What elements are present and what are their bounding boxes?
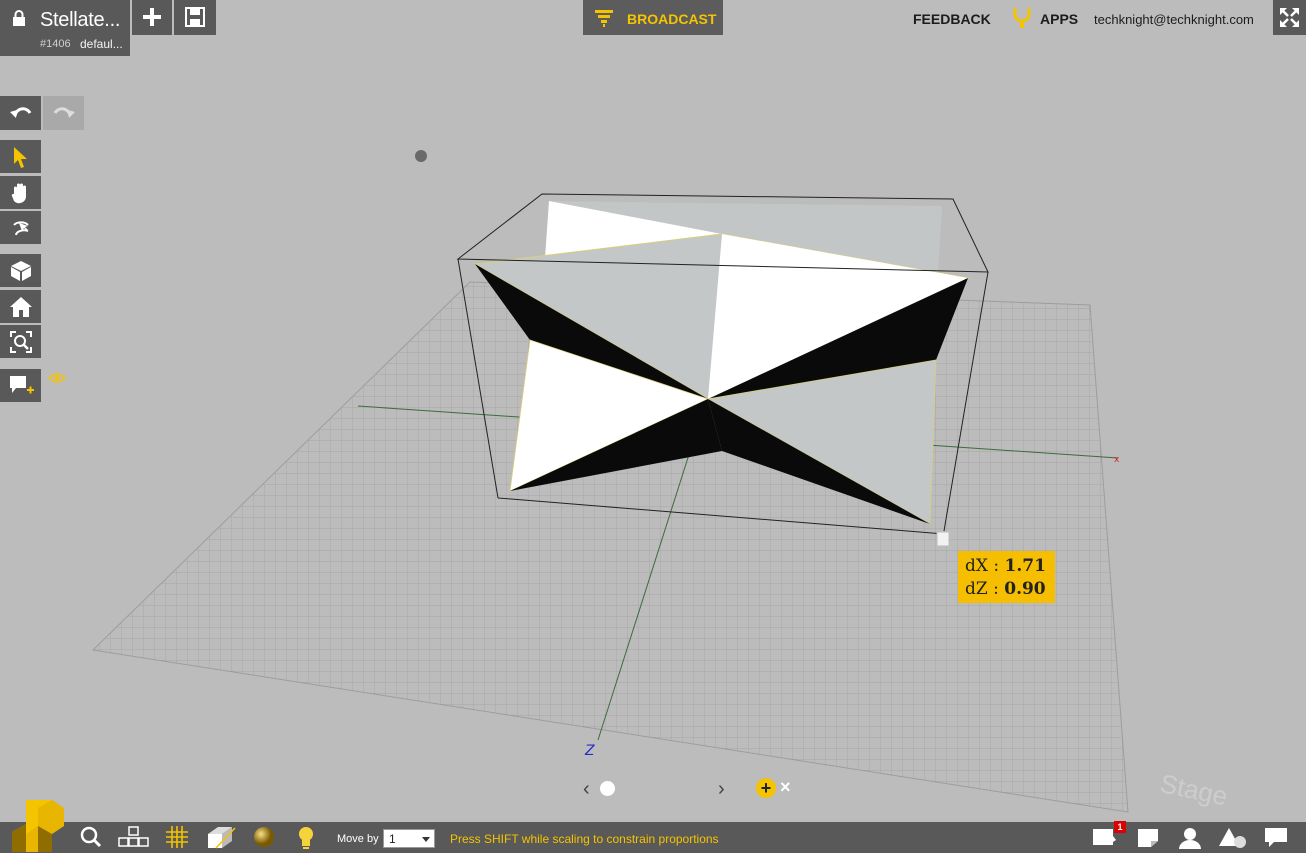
dz-value: 0.90 bbox=[1004, 579, 1046, 599]
undo-button[interactable] bbox=[0, 96, 41, 130]
box-icon[interactable] bbox=[206, 826, 236, 853]
pointer-icon bbox=[13, 146, 27, 168]
chat-icon[interactable] bbox=[1264, 827, 1288, 853]
note-add-icon bbox=[9, 375, 34, 393]
redo-icon bbox=[53, 107, 75, 118]
zoom-fit-icon bbox=[9, 330, 32, 353]
hand-icon bbox=[11, 183, 26, 203]
material-icon[interactable] bbox=[253, 826, 275, 853]
bottom-toolbar: Move by 1 Press SHIFT while scaling to c… bbox=[0, 800, 1306, 853]
zoom-fit-button[interactable] bbox=[0, 325, 41, 358]
scene-next-button[interactable]: › bbox=[718, 778, 725, 801]
home-view-button[interactable] bbox=[0, 290, 41, 323]
move-by-value: 1 bbox=[389, 832, 396, 846]
blocks-icon[interactable] bbox=[118, 826, 150, 853]
document-title[interactable]: Stellate... bbox=[40, 9, 120, 32]
close-scene-button[interactable]: × bbox=[780, 777, 791, 798]
move-by-select[interactable]: 1 bbox=[383, 829, 435, 848]
select-tool-button[interactable] bbox=[0, 140, 41, 173]
dx-label: dX : bbox=[965, 556, 1000, 576]
fullscreen-icon bbox=[1280, 8, 1299, 27]
3d-viewport[interactable]: x Z Stage bbox=[0, 0, 1306, 822]
axis-label-z: Z bbox=[584, 743, 595, 759]
search-icon[interactable] bbox=[80, 826, 102, 853]
stage-watermark: Stage bbox=[1158, 768, 1231, 811]
x-axis-marker: x bbox=[1114, 455, 1120, 465]
dz-label: dZ : bbox=[965, 579, 999, 599]
undo-icon bbox=[9, 107, 31, 118]
sticky-note-icon[interactable] bbox=[1137, 828, 1159, 853]
save-icon bbox=[185, 7, 205, 27]
add-scene-button[interactable]: + bbox=[756, 778, 776, 798]
add-note-button[interactable] bbox=[0, 369, 41, 402]
user-email[interactable]: techknight@techknight.com bbox=[1094, 12, 1254, 27]
orbit-icon bbox=[12, 220, 29, 235]
save-button[interactable] bbox=[174, 0, 216, 35]
document-branch[interactable]: defaul... bbox=[80, 37, 123, 51]
dimension-readout: dX : 1.71 dZ : 0.90 bbox=[958, 551, 1055, 603]
light-handle[interactable] bbox=[415, 150, 427, 162]
broadcast-label: BROADCAST bbox=[627, 11, 717, 27]
broadcast-button[interactable]: BROADCAST bbox=[583, 0, 723, 35]
apps-link[interactable]: APPS bbox=[1040, 11, 1078, 27]
document-info[interactable]: Stellate... #1406 defaul... bbox=[0, 0, 130, 56]
user-icon[interactable] bbox=[1178, 827, 1202, 853]
chevron-down-icon bbox=[422, 837, 430, 842]
orbit-tool-button[interactable] bbox=[0, 211, 41, 244]
logo-icon[interactable] bbox=[8, 796, 64, 853]
plus-icon bbox=[143, 8, 161, 26]
move-by-label: Move by bbox=[337, 833, 379, 845]
light-icon[interactable] bbox=[297, 826, 315, 853]
comment-icon[interactable] bbox=[1092, 828, 1116, 853]
scale-handle[interactable] bbox=[936, 531, 950, 547]
new-document-button[interactable] bbox=[132, 0, 172, 35]
dx-value: 1.71 bbox=[1004, 556, 1046, 576]
scene-indicator-dot[interactable] bbox=[600, 781, 615, 796]
home-icon bbox=[9, 296, 32, 317]
pan-tool-button[interactable] bbox=[0, 176, 41, 209]
plug-icon[interactable] bbox=[1011, 6, 1033, 33]
shapes-icon[interactable] bbox=[1219, 827, 1247, 853]
feedback-link[interactable]: FEEDBACK bbox=[913, 11, 991, 27]
cube-icon bbox=[10, 260, 31, 281]
lock-icon[interactable] bbox=[12, 10, 26, 31]
notification-badge: 1 bbox=[1114, 821, 1126, 833]
grid-icon[interactable] bbox=[166, 826, 188, 853]
status-hint: Press SHIFT while scaling to constrain p… bbox=[450, 832, 719, 846]
eye-icon[interactable] bbox=[47, 371, 67, 389]
document-id: #1406 bbox=[40, 38, 71, 50]
view-cube-button[interactable] bbox=[0, 254, 41, 287]
broadcast-icon bbox=[595, 10, 613, 27]
scene-prev-button[interactable]: ‹ bbox=[583, 778, 590, 801]
fullscreen-button[interactable] bbox=[1273, 0, 1306, 35]
redo-button[interactable] bbox=[43, 96, 84, 130]
